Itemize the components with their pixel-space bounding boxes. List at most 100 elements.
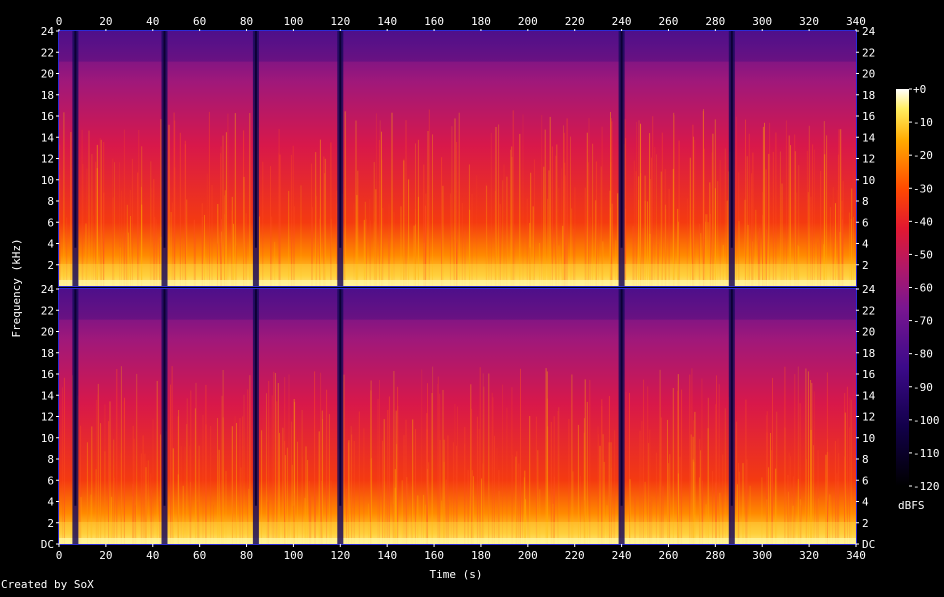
spectrum-streak (649, 133, 651, 286)
spectrum-streak (625, 391, 627, 544)
y-tick-label-right: 2 (862, 517, 869, 530)
x-tick-label-bottom: 40 (146, 549, 159, 562)
y-tick-label-right: 18 (862, 347, 875, 360)
x-tick-label-bottom: 80 (240, 549, 253, 562)
x-tick-label-top: 80 (240, 15, 253, 28)
silent-gap-core (730, 31, 733, 248)
spectrum-streak (274, 373, 276, 544)
spectrum-streak (99, 137, 101, 286)
spectrum-streak (171, 366, 173, 544)
spectrum-streak (805, 368, 807, 544)
spectrum-streak (479, 367, 481, 544)
colorbar-tick-label: -120 (913, 480, 940, 493)
spectrum-streak (769, 122, 771, 286)
y-tick-label-right: 18 (862, 89, 875, 102)
y-tick-label-right: 8 (862, 195, 869, 208)
spectrum-streak (123, 129, 125, 286)
spectrum-streak (808, 125, 810, 286)
x-axis-label: Time (s) (430, 568, 483, 581)
colorbar-tick-label: -50 (913, 248, 933, 261)
spectrum-streak (451, 126, 453, 286)
spectrum-streak (326, 389, 328, 544)
spectrum-streak (379, 380, 380, 544)
spectrum-streak (405, 120, 407, 286)
spectrum-streak (320, 372, 322, 544)
y-tick-label-right: 4 (862, 238, 869, 251)
spectrum-streak (156, 380, 158, 544)
spectrum-streak (586, 132, 588, 286)
spectrum-streak (689, 374, 691, 544)
y-tick-label-right: DC (862, 538, 875, 551)
spectrum-streak (428, 109, 430, 286)
spectrum-streak (522, 114, 524, 287)
y-tick-label-left: 16 (41, 110, 54, 123)
y-tick-label-right: 16 (862, 368, 875, 381)
spectrum-streak (677, 383, 679, 544)
y-tick-label-left: 14 (41, 131, 55, 144)
spectrum-streak (225, 132, 227, 286)
colorbar-tick-label: -10 (913, 116, 933, 129)
x-tick-label-top: 100 (283, 15, 303, 28)
spectrum-streak (807, 371, 809, 544)
spectrum-streak (491, 392, 493, 544)
spectrum-streak (785, 120, 787, 287)
colorbar-tick-label: -110 (913, 447, 940, 460)
y-tick-label-left: 6 (47, 474, 54, 487)
spectrum-streak (61, 387, 63, 544)
x-tick-label-bottom: 260 (659, 549, 679, 562)
spectrum-streak (772, 377, 773, 544)
y-tick-label-left: 8 (47, 195, 54, 208)
spectrum-streak (208, 111, 210, 287)
silent-gap-core (163, 289, 166, 506)
x-tick-label-bottom: 200 (518, 549, 538, 562)
y-tick-label-left: 18 (41, 89, 54, 102)
silent-gap-core (74, 31, 77, 248)
spectrum-streak (640, 123, 641, 286)
colorbar-tick-label: -100 (913, 414, 940, 427)
silent-gap-core (339, 31, 342, 248)
spectrum-streak (520, 368, 521, 544)
y-tick-label-left: 14 (41, 389, 55, 402)
spectrum-streak (764, 122, 765, 286)
spectrum-streak (643, 379, 644, 544)
spectrum-streak (661, 132, 663, 286)
x-tick-label-top: 140 (377, 15, 397, 28)
spectrum-streak (431, 393, 433, 544)
silent-gap-core (74, 289, 77, 506)
spectrum-streak (512, 110, 514, 287)
spectrum-streak (249, 375, 251, 544)
y-tick-label-left: 24 (41, 283, 55, 296)
spectrum-streak (278, 129, 280, 286)
y-tick-label-left: 2 (47, 517, 54, 530)
colorbar (896, 89, 909, 486)
spectrum-streak (647, 386, 649, 544)
spectrum-streak (498, 124, 500, 286)
silent-gap-core (163, 31, 166, 248)
spectrum-streak (284, 377, 286, 544)
x-tick-label-bottom: 240 (612, 549, 632, 562)
y-tick-label-right: 24 (862, 25, 876, 38)
colorbar-tick-label: -20 (913, 149, 933, 162)
y-tick-label-left: 4 (47, 496, 54, 509)
silent-gap-core (254, 31, 257, 248)
y-tick-label-left: 8 (47, 453, 54, 466)
spectrum-streak (823, 121, 825, 286)
x-tick-label-top: 300 (752, 15, 772, 28)
spectrum-streak (97, 394, 99, 544)
spectrum-streak (541, 115, 543, 286)
spectrum-streak (136, 373, 138, 544)
dc-band (59, 280, 856, 286)
x-tick-label-top: 160 (424, 15, 444, 28)
y-tick-label-left: 4 (47, 238, 54, 251)
x-tick-label-bottom: 60 (193, 549, 206, 562)
y-tick-label-right: 22 (862, 304, 875, 317)
spectrum-streak (249, 113, 251, 286)
y-tick-label-left: 20 (41, 68, 54, 81)
spectrum-streak (355, 120, 357, 286)
y-tick-label-left: 10 (41, 432, 54, 445)
spectrum-streak (179, 132, 181, 286)
y-tick-label-right: 20 (862, 68, 875, 81)
x-tick-label-top: 240 (612, 15, 632, 28)
colorbar-ticks: +0 -10 -20 -30 -40 -50 -60 -70 -80 -90 -100 -110 -12… (909, 83, 940, 493)
spectrum-streak (63, 112, 65, 286)
